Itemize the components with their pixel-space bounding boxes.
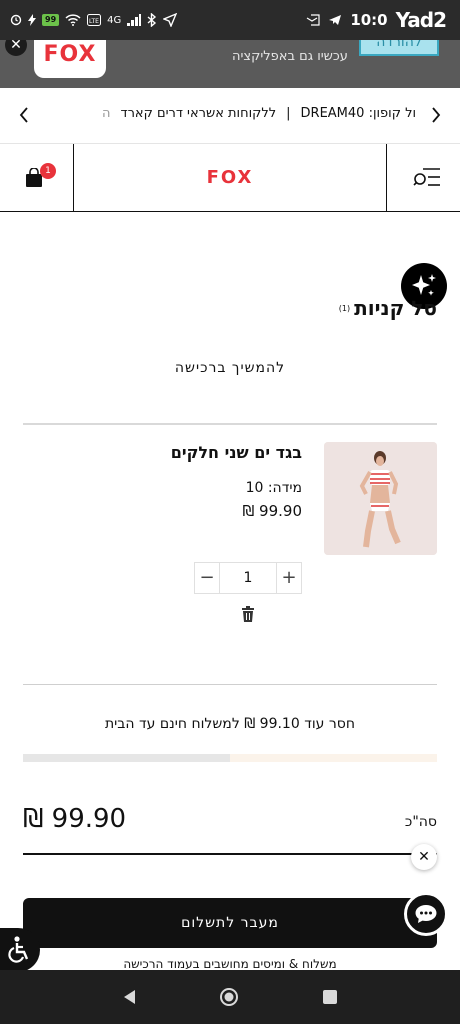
promo-coupon: ול קופון: DREAM40 (300, 106, 416, 121)
alarm-icon (10, 14, 22, 26)
promo-customers: ללקוחות אשראי דרים קארד (120, 106, 277, 121)
free-shipping-progress-fill (230, 754, 437, 762)
logo-link[interactable]: FOX (74, 144, 386, 211)
network-label: 4G (107, 14, 122, 26)
total-label: סה"כ (404, 814, 437, 830)
promo-tail: ה (101, 106, 111, 121)
promo-next-button[interactable] (426, 104, 446, 128)
search-menu-icon (413, 168, 440, 186)
product-name[interactable]: בגד ים שני חלקים (171, 443, 302, 462)
bluetooth-icon (147, 13, 157, 27)
promo-prev-button[interactable] (14, 104, 34, 128)
chevron-left-icon (19, 107, 28, 123)
promo-ticker: ול קופון: DREAM40 | ללקוחות אשראי דרים קאר… (44, 106, 416, 126)
cart-button[interactable]: 1 (0, 144, 74, 211)
product-size: מידה: 10 (245, 480, 302, 496)
quantity-increase-button[interactable]: + (277, 563, 301, 593)
cart-item-count: (1) (338, 303, 351, 313)
divider (23, 423, 437, 425)
system-nav-bar (0, 970, 460, 1024)
product-price: 99.90 ₪ (242, 502, 302, 520)
product-photo-illustration (324, 442, 437, 555)
chat-button[interactable] (404, 892, 448, 936)
cart-heading: סל קניות (1) (339, 296, 437, 320)
clock: 10:0 (350, 11, 388, 29)
cart-title: סל קניות (354, 296, 437, 320)
checkout-button[interactable]: מעבר לתשלום (23, 898, 437, 948)
product-image[interactable] (324, 442, 437, 555)
site-logo: FOX (206, 167, 254, 188)
mail-icon (307, 14, 320, 26)
download-app-button[interactable]: להורדה (359, 40, 439, 56)
free-shipping-message: חסר עוד 99.10 ₪ למשלוח חינם עד הבית (104, 716, 356, 732)
close-popup-button[interactable]: ✕ (411, 844, 437, 870)
svg-text:LTE: LTE (89, 18, 99, 25)
menu-search-button[interactable] (386, 144, 460, 211)
free-shipping-progress (23, 754, 437, 762)
app-install-banner: FOX ✕ עכשיו גם באפליקציה להורדה (0, 40, 460, 88)
banner-message: עכשיו גם באפליקציה (232, 49, 348, 64)
recents-icon[interactable] (320, 987, 340, 1007)
quantity-stepper: − 1 + (194, 562, 302, 594)
telegram-icon (329, 15, 342, 25)
status-bar: 99 LTE 4G 10:0 Yad2 (0, 0, 460, 40)
home-icon[interactable] (219, 987, 239, 1007)
chat-bubble-icon (415, 905, 437, 923)
continue-shopping-link[interactable]: להמשיך ברכישה (0, 360, 460, 376)
notification-app-logo: Yad2 (395, 8, 447, 32)
cart-count-badge: 1 (40, 163, 56, 179)
charging-icon (28, 14, 36, 26)
wifi-icon (65, 14, 81, 26)
promo-separator: | (286, 106, 291, 121)
quantity-input[interactable]: 1 (219, 563, 277, 593)
quantity-decrease-button[interactable]: − (195, 563, 219, 593)
location-icon (163, 13, 178, 27)
promo-bar: ול קופון: DREAM40 | ללקוחות אשראי דרים קאר… (0, 88, 460, 144)
divider (23, 684, 437, 685)
app-icon[interactable]: FOX (34, 40, 106, 78)
volte-icon: LTE (87, 14, 102, 26)
site-header: 1 FOX (0, 144, 460, 212)
signal-icon (127, 14, 142, 26)
trash-icon[interactable] (240, 605, 256, 623)
banner-close-button[interactable]: ✕ (5, 40, 27, 56)
chevron-right-icon (432, 107, 441, 123)
total-value: 99.90 ₪ (23, 804, 127, 834)
back-icon[interactable] (120, 987, 140, 1007)
app-icon-logo: FOX (43, 41, 97, 67)
total-divider (23, 853, 437, 855)
shipping-tax-note: משלוח & ומיסים מחושבים בעמוד הרכישה (123, 957, 337, 971)
battery-indicator: 99 (42, 14, 60, 26)
